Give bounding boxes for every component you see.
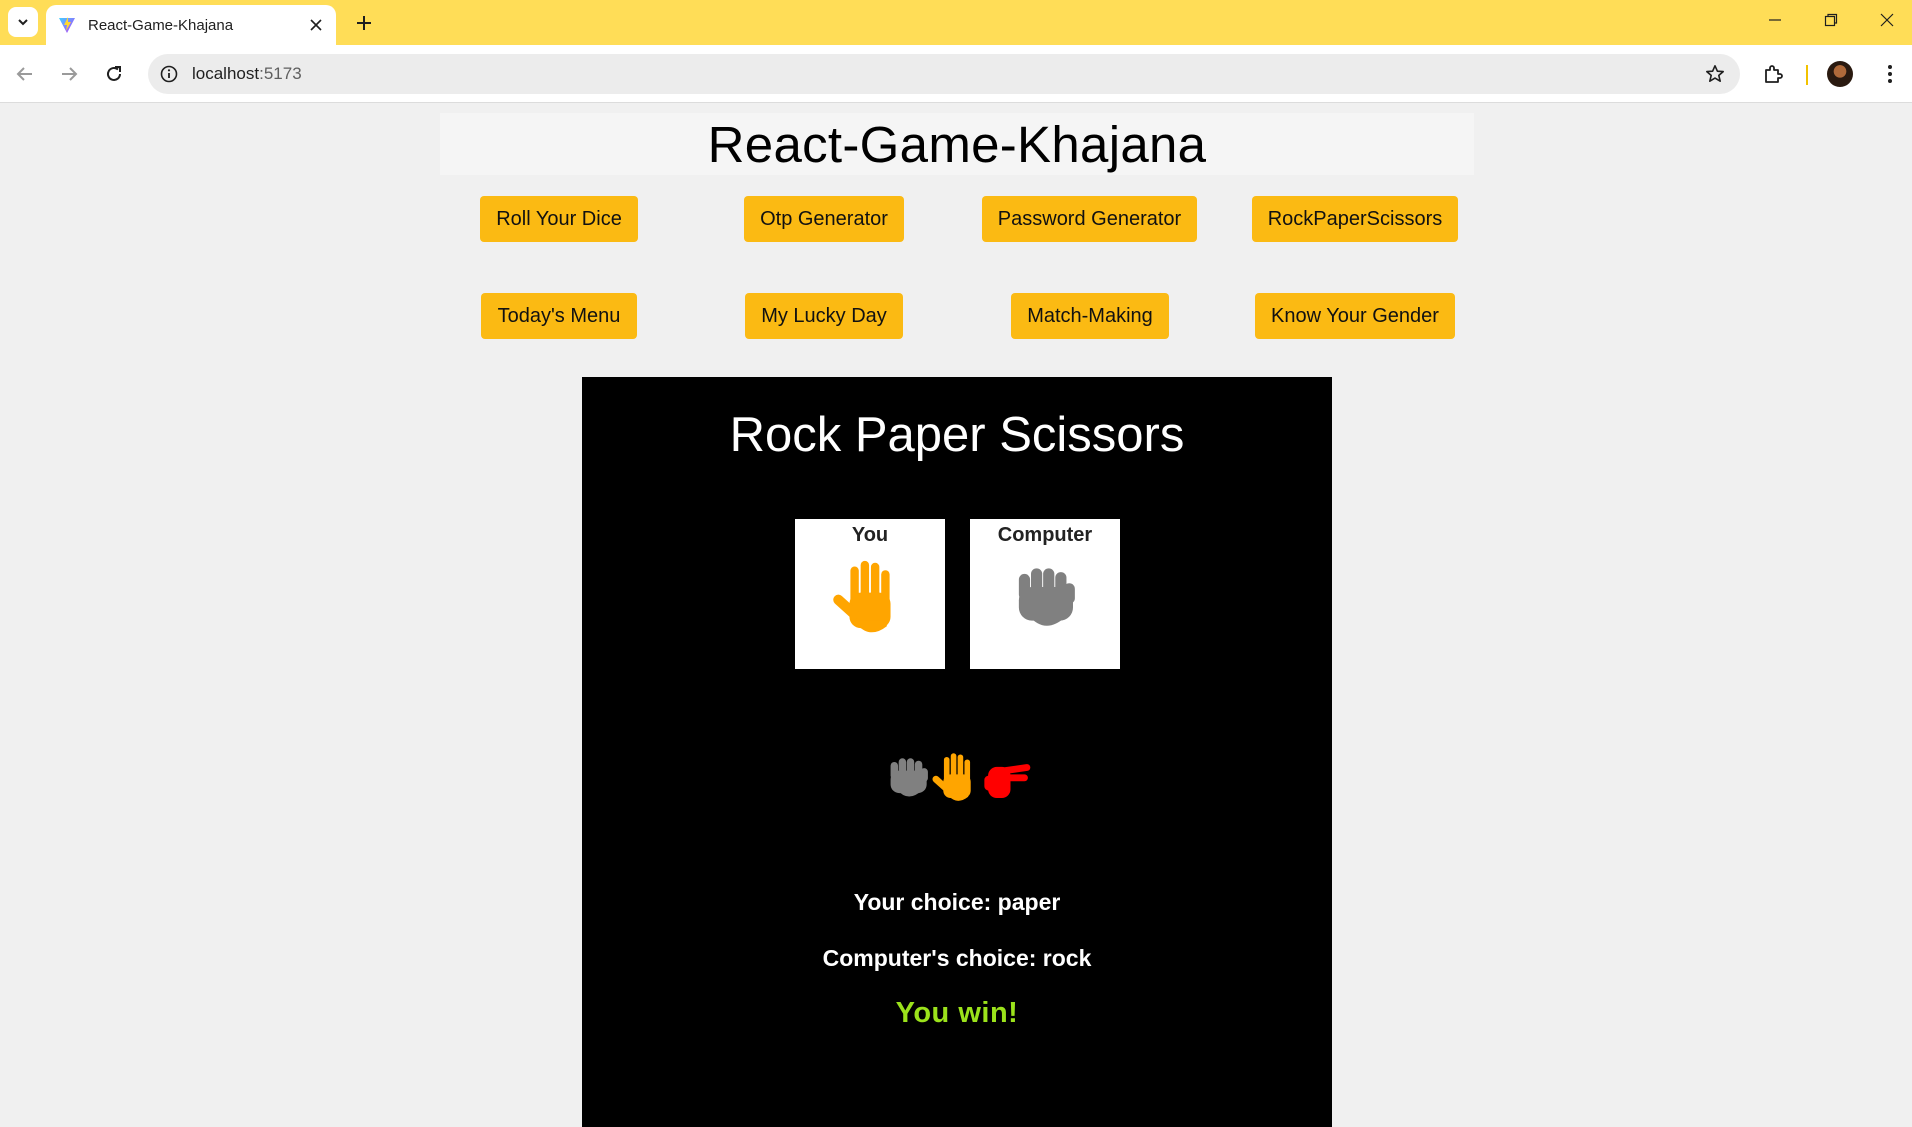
forward-arrow-icon[interactable] [54, 59, 84, 89]
vite-logo-icon [59, 17, 75, 33]
url-port: :5173 [259, 64, 302, 83]
result-message: You win! [895, 997, 1019, 1029]
more-menu-icon[interactable] [1875, 59, 1905, 89]
nav-button-todays-menu[interactable]: Today's Menu [481, 293, 637, 339]
app-header: React-Game-Khajana [440, 113, 1474, 175]
computer-choice-text: Computer's choice: rock [822, 945, 1092, 971]
computer-label: Computer [997, 524, 1093, 546]
scissors-icon [982, 752, 1034, 808]
tab-search-button[interactable] [8, 7, 38, 37]
nav-button-know-your-gender[interactable]: Know Your Gender [1255, 293, 1455, 339]
nav-button-rockpaperscissors[interactable]: RockPaperScissors [1252, 196, 1458, 242]
url-text: localhost:5173 [192, 64, 1700, 84]
paper-choice-button[interactable] [931, 752, 983, 808]
reload-icon[interactable] [99, 59, 129, 89]
chevron-down-icon [18, 19, 28, 26]
browser-toolbar: localhost:5173 [0, 45, 1912, 103]
player-card: You [795, 519, 945, 669]
paper-hand-icon [832, 559, 908, 643]
site-info-icon[interactable] [158, 63, 180, 85]
bookmark-star-icon[interactable] [1700, 59, 1730, 89]
close-window-icon[interactable] [1859, 0, 1912, 40]
player-label: You [851, 524, 889, 546]
restore-icon[interactable] [1803, 0, 1859, 40]
back-arrow-icon[interactable] [10, 59, 40, 89]
nav-button-otp-generator[interactable]: Otp Generator [744, 196, 904, 242]
page-title: React-Game-Khajana [707, 115, 1207, 173]
nav-button-match-making[interactable]: Match-Making [1011, 293, 1169, 339]
minimize-icon[interactable] [1747, 0, 1803, 40]
rock-hand-icon [1005, 559, 1085, 643]
new-tab-icon[interactable] [350, 9, 378, 37]
scissors-choice-button[interactable] [982, 752, 1034, 808]
close-tab-icon[interactable] [306, 15, 326, 35]
profile-avatar[interactable] [1827, 61, 1853, 87]
browser-tab[interactable]: React-Game-Khajana [46, 5, 336, 45]
rps-game-panel: Rock Paper Scissors You Computer Your ch… [582, 377, 1332, 1127]
nav-button-roll-your-dice[interactable]: Roll Your Dice [480, 196, 638, 242]
tab-bar: React-Game-Khajana [0, 0, 1912, 45]
game-title: Rock Paper Scissors [729, 408, 1185, 462]
computer-card: Computer [970, 519, 1120, 669]
paper-icon [931, 752, 983, 808]
rock-choice-button[interactable] [882, 752, 934, 808]
nav-button-password-generator[interactable]: Password Generator [982, 196, 1197, 242]
address-bar[interactable]: localhost:5173 [148, 54, 1740, 94]
toolbar-divider [1806, 65, 1808, 85]
rock-icon [882, 752, 934, 808]
extensions-puzzle-icon[interactable] [1758, 59, 1788, 89]
your-choice-text: Your choice: paper [853, 889, 1061, 915]
url-host: localhost [192, 64, 260, 83]
nav-button-my-lucky-day[interactable]: My Lucky Day [745, 293, 903, 339]
page-content: React-Game-Khajana Roll Your Dice Otp Ge… [0, 103, 1912, 1127]
choice-buttons [882, 752, 1032, 808]
tab-title: React-Game-Khajana [88, 16, 234, 34]
